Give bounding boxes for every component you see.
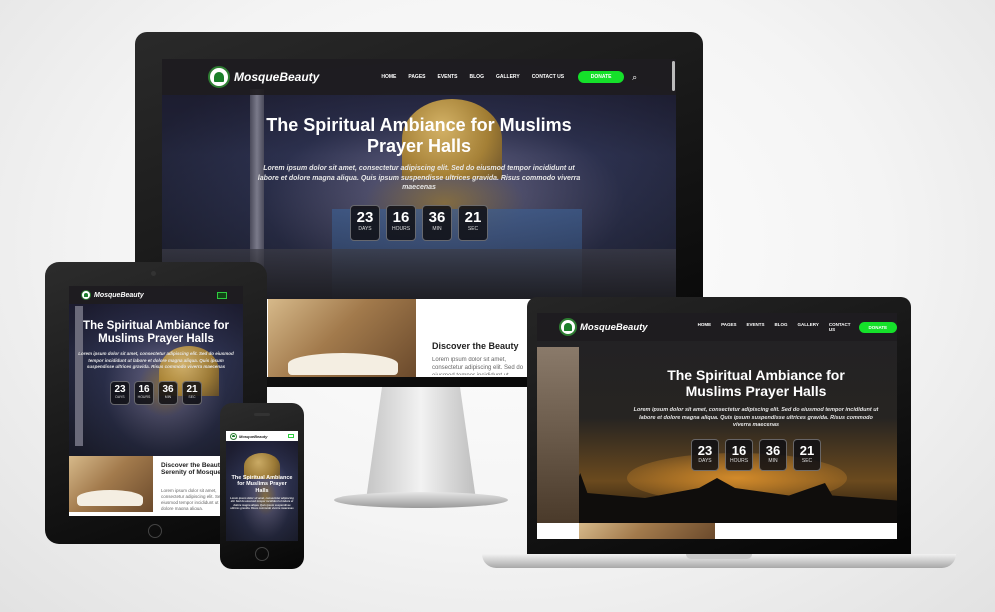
tablet-camera bbox=[151, 271, 156, 276]
nav-contact[interactable]: CONTACT US bbox=[829, 322, 851, 333]
laptop-nav: HOME PAGES EVENTS BLOG GALLERY CONTACT U… bbox=[698, 322, 851, 333]
hero-title: The Spiritual Ambiance for Muslims Praye… bbox=[266, 115, 572, 156]
search-icon[interactable]: ⌕ bbox=[632, 72, 637, 83]
nav-gallery[interactable]: GALLERY bbox=[798, 322, 819, 333]
donate-button[interactable]: DONATE bbox=[858, 321, 897, 333]
laptop-notch bbox=[686, 554, 752, 559]
hero-title: The Spiritual Ambiance for Muslims Praye… bbox=[83, 320, 229, 346]
logo-icon[interactable] bbox=[208, 66, 230, 88]
countdown-days: 23 DAYS bbox=[691, 439, 719, 472]
desktop-hero-content: The Spiritual Ambiance for Muslims Praye… bbox=[242, 115, 596, 241]
phone-device: MosqueBeauty The Spiritual Ambiance for … bbox=[220, 403, 304, 569]
tablet-hero-content: The Spiritual Ambiance for Muslims Praye… bbox=[77, 320, 235, 406]
phone-hero-content: The Spiritual Ambiance for Muslims Praye… bbox=[230, 475, 294, 513]
nav-gallery[interactable]: GALLERY bbox=[496, 74, 520, 80]
donate-button[interactable]: DONATE bbox=[578, 71, 625, 83]
logo-text[interactable]: MosqueBeauty bbox=[239, 434, 267, 439]
nav-pages[interactable]: PAGES bbox=[408, 74, 425, 80]
nav-home[interactable]: HOME bbox=[698, 322, 712, 333]
countdown-days: 23 DAYS bbox=[110, 381, 130, 406]
menu-toggle-icon[interactable] bbox=[217, 291, 227, 299]
logo-text[interactable]: MosqueBeauty bbox=[234, 70, 319, 84]
quran-image bbox=[268, 299, 416, 377]
laptop-section2 bbox=[537, 523, 897, 539]
countdown-hours: 16 HOURS bbox=[725, 439, 753, 472]
countdown-days: 23 DAYS bbox=[350, 204, 380, 241]
logo-text[interactable]: MosqueBeauty bbox=[94, 292, 144, 299]
hero-title: The Spiritual Ambiance for Muslims Praye… bbox=[231, 475, 293, 494]
quran-image bbox=[579, 523, 715, 539]
laptop-device: MosqueBeauty HOME PAGES EVENTS BLOG GALL… bbox=[527, 297, 911, 555]
countdown-sec: 21 SEC bbox=[182, 381, 202, 406]
desktop-navbar: MosqueBeauty HOME PAGES EVENTS BLOG GALL… bbox=[162, 59, 676, 95]
nav-contact[interactable]: CONTACT US bbox=[532, 74, 564, 80]
tablet-screen: MosqueBeauty The Spiritual Ambiance for … bbox=[69, 286, 243, 516]
nav-home[interactable]: HOME bbox=[381, 74, 396, 80]
desktop-nav: HOME PAGES EVENTS BLOG GALLERY CONTACT U… bbox=[381, 74, 564, 80]
laptop-navbar: MosqueBeauty HOME PAGES EVENTS BLOG GALL… bbox=[537, 313, 897, 341]
menu-toggle-icon[interactable] bbox=[288, 434, 294, 438]
hero-subtitle: Lorem ipsum dolor sit amet, consectetur … bbox=[78, 351, 234, 369]
tablet-navbar: MosqueBeauty bbox=[69, 286, 243, 304]
nav-events[interactable]: EVENTS bbox=[438, 74, 458, 80]
hero-subtitle: Lorem ipsum dolor sit amet, consectetur … bbox=[230, 496, 294, 511]
phone-navbar: MosqueBeauty bbox=[226, 431, 298, 441]
phone-home-button[interactable] bbox=[255, 547, 269, 561]
hero-title: The Spiritual Ambiance for Muslims Praye… bbox=[667, 367, 845, 400]
quran-image bbox=[69, 456, 153, 512]
monitor-base bbox=[334, 492, 508, 508]
desktop-scrollbar[interactable] bbox=[672, 61, 675, 91]
laptop-screen: MosqueBeauty HOME PAGES EVENTS BLOG GALL… bbox=[537, 313, 897, 539]
tablet-section2: Discover the Beauty and Serenity of Mosq… bbox=[69, 456, 243, 516]
hero-subtitle: Lorem ipsum dolor sit amet, consectetur … bbox=[257, 165, 581, 192]
nav-blog[interactable]: BLOG bbox=[470, 74, 484, 80]
countdown-min: 36 MIN bbox=[759, 439, 787, 472]
logo-icon[interactable] bbox=[230, 432, 237, 440]
monitor-stand bbox=[366, 387, 476, 497]
tablet-home-button[interactable] bbox=[148, 524, 162, 538]
logo-text[interactable]: MosqueBeauty bbox=[580, 322, 648, 333]
phone-screen: MosqueBeauty The Spiritual Ambiance for … bbox=[226, 431, 298, 541]
countdown-min: 36 MIN bbox=[422, 204, 452, 241]
nav-events[interactable]: EVENTS bbox=[747, 322, 765, 333]
nav-blog[interactable]: BLOG bbox=[775, 322, 788, 333]
section2-title: Discover the Beauty bbox=[432, 341, 519, 351]
laptop-hero-content: The Spiritual Ambiance for Muslims Praye… bbox=[633, 367, 879, 472]
countdown: 23 DAYS 16 HOURS 36 MIN 21 SEC bbox=[633, 439, 879, 472]
countdown: 23 DAYS 16 HOURS 36 MIN 21 SEC bbox=[242, 204, 596, 241]
countdown: 23 DAYS 16 HOURS 36 MIN 21 SEC bbox=[77, 381, 235, 406]
countdown-min: 36 MIN bbox=[158, 381, 178, 406]
countdown-sec: 21 SEC bbox=[458, 204, 488, 241]
section2-text: Lorem ipsum dolor sit amet, consectetur … bbox=[432, 357, 524, 375]
phone-speaker bbox=[254, 413, 270, 416]
logo-icon[interactable] bbox=[559, 318, 577, 336]
nav-pages[interactable]: PAGES bbox=[721, 322, 736, 333]
countdown-sec: 21 SEC bbox=[793, 439, 821, 472]
hero-subtitle: Lorem ipsum dolor sit amet, consectetur … bbox=[633, 407, 879, 429]
laptop-side-image bbox=[537, 347, 579, 523]
countdown-hours: 16 HOURS bbox=[386, 204, 416, 241]
logo-icon[interactable] bbox=[81, 290, 91, 300]
countdown-hours: 16 HOURS bbox=[134, 381, 154, 406]
